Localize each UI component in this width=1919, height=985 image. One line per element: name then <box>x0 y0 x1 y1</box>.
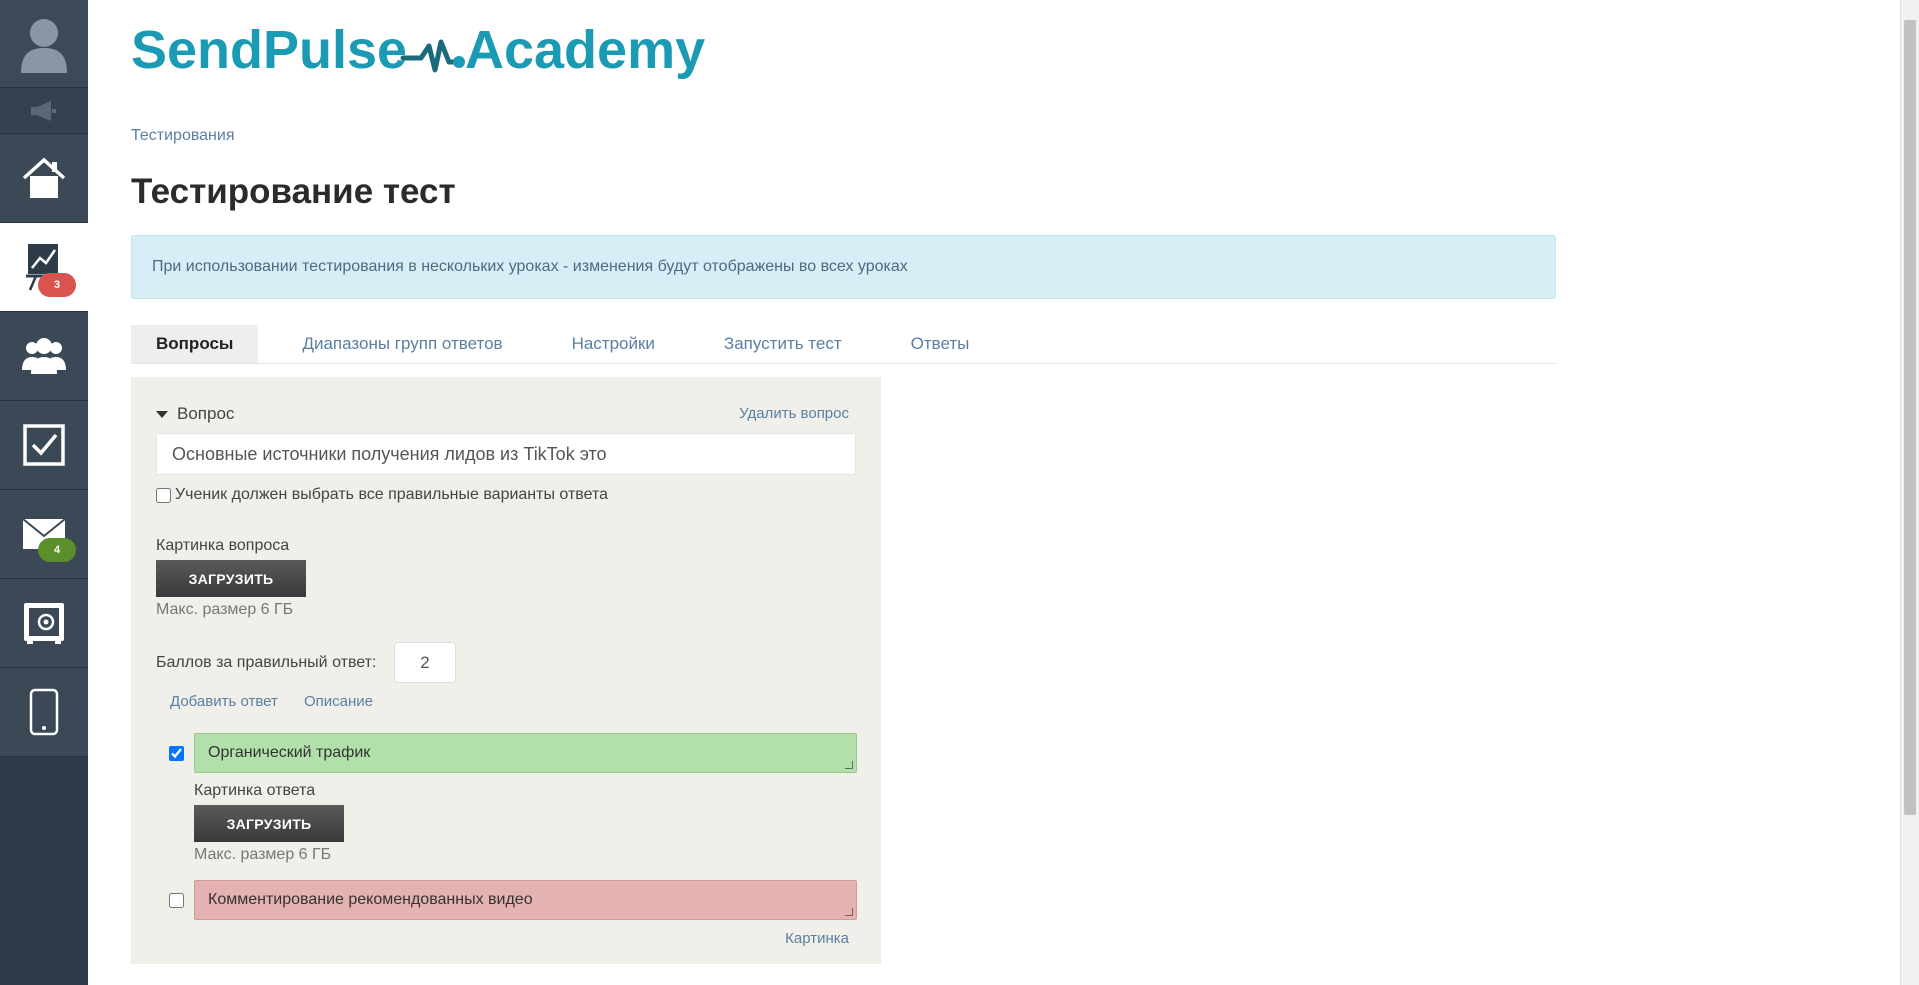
score-input[interactable] <box>394 642 456 683</box>
tab-settings[interactable]: Настройки <box>547 325 680 363</box>
user-avatar-icon <box>21 18 67 73</box>
scrollbar-thumb[interactable] <box>1904 20 1916 815</box>
sidebar: 3 4 <box>0 0 88 985</box>
question-toggle[interactable]: Вопрос <box>156 404 234 424</box>
svg-text:Academy: Academy <box>465 20 705 80</box>
answer-1-correct-checkbox[interactable] <box>169 746 184 761</box>
upload-answer-image-button[interactable]: ЗАГРУЗИТЬ <box>194 805 344 842</box>
mail-badge: 4 <box>38 538 76 562</box>
safe-gear-icon <box>24 603 64 644</box>
sidebar-item-courses[interactable]: 3 <box>0 223 88 312</box>
sidebar-item-home[interactable] <box>0 134 88 223</box>
page-scrollbar[interactable] <box>1900 0 1919 985</box>
page-title: Тестирование тест <box>131 172 456 211</box>
all-correct-label: Ученик должен выбрать все правильные вар… <box>175 486 609 503</box>
users-icon <box>22 338 66 374</box>
description-link[interactable]: Описание <box>304 693 373 710</box>
courses-badge: 3 <box>38 273 76 297</box>
question-header-label: Вопрос <box>177 404 235 423</box>
svg-text:SendPulse: SendPulse <box>131 20 407 80</box>
caret-down-icon <box>156 410 168 418</box>
tab-answer-group-ranges[interactable]: Диапазоны групп ответов <box>277 325 527 363</box>
announcements-button[interactable] <box>0 88 88 134</box>
add-answer-link[interactable]: Добавить ответ <box>170 693 278 710</box>
megaphone-icon <box>31 100 56 121</box>
question-panel: Вопрос Удалить вопрос Ученик должен выбр… <box>131 377 881 964</box>
answer-max-size-hint: Макс. размер 6 ГБ <box>194 846 332 863</box>
tab-answers[interactable]: Ответы <box>886 325 995 363</box>
breadcrumb-link[interactable]: Тестирования <box>131 127 235 145</box>
answer-2-textarea[interactable]: Комментирование рекомендованных видео <box>194 880 857 920</box>
info-alert: При использовании тестирования в несколь… <box>131 235 1556 299</box>
tab-questions[interactable]: Вопросы <box>131 325 259 363</box>
delete-question-link[interactable]: Удалить вопрос <box>739 405 849 422</box>
resize-handle-icon[interactable] <box>845 761 853 769</box>
tabs-bar: Вопросы Диапазоны групп ответов Настройк… <box>131 325 1556 364</box>
answer-1-text: Органический трафик <box>208 744 371 761</box>
answer-image-label: Картинка ответа <box>194 782 316 799</box>
sidebar-item-tasks[interactable] <box>0 401 88 490</box>
phone-icon <box>29 688 59 736</box>
sendpulse-academy-logo[interactable]: SendPulse Academy <box>131 18 731 88</box>
sidebar-item-settings[interactable] <box>0 579 88 668</box>
question-text-input[interactable] <box>156 433 856 475</box>
resize-handle-icon[interactable] <box>845 908 853 916</box>
tab-run-test[interactable]: Запустить тест <box>699 325 867 363</box>
profile-avatar[interactable] <box>0 0 88 88</box>
answer-1-textarea[interactable]: Органический трафик <box>194 733 857 773</box>
score-label: Баллов за правильный ответ: <box>156 654 377 671</box>
checkbox-icon <box>23 424 65 466</box>
all-correct-checkbox[interactable] <box>156 487 171 503</box>
sidebar-item-mobile[interactable] <box>0 668 88 757</box>
answer-2-text: Комментирование рекомендованных видео <box>208 891 533 908</box>
sidebar-item-users[interactable] <box>0 312 88 401</box>
question-image-label: Картинка вопроса <box>156 537 290 554</box>
sidebar-item-mail[interactable]: 4 <box>0 490 88 579</box>
all-correct-option[interactable]: Ученик должен выбрать все правильные вар… <box>156 486 608 504</box>
answer-2-image-link[interactable]: Картинка <box>785 930 849 947</box>
home-icon <box>22 157 66 198</box>
answer-2-correct-checkbox[interactable] <box>169 893 184 908</box>
question-max-size-hint: Макс. размер 6 ГБ <box>156 601 294 618</box>
upload-question-image-button[interactable]: ЗАГРУЗИТЬ <box>156 560 306 597</box>
